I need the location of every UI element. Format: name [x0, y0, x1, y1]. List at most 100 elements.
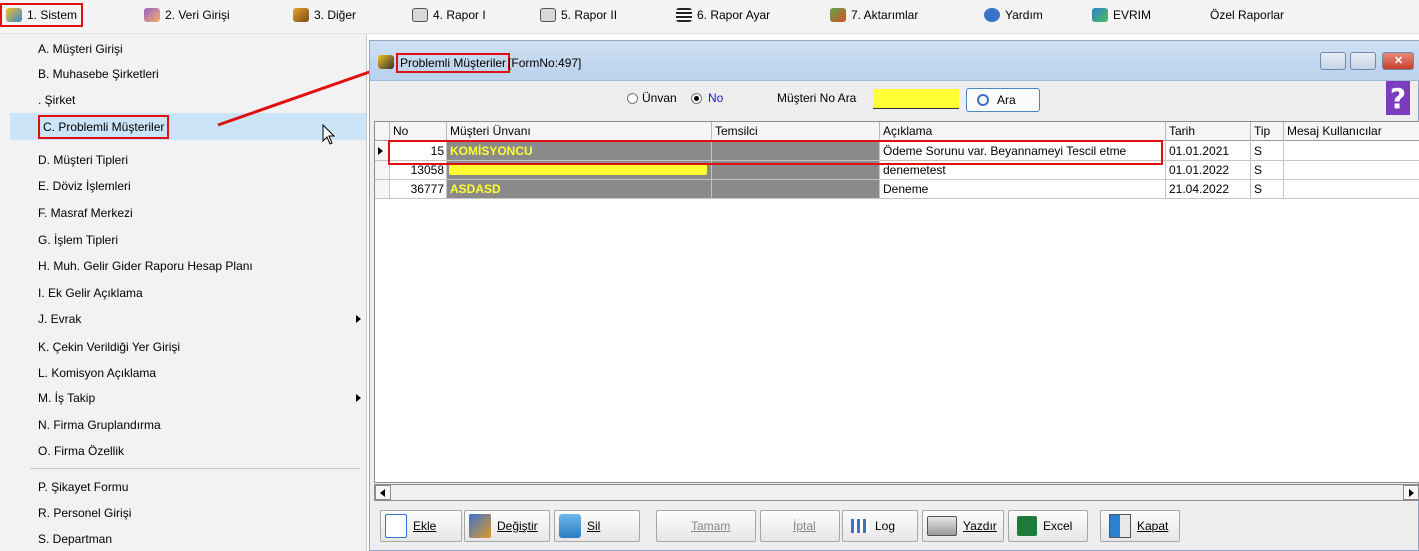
sil-button[interactable]: Sil — [554, 510, 640, 542]
menu-aktarimlar[interactable]: 7. Aktarımlar — [830, 5, 918, 25]
printer-icon — [540, 8, 556, 22]
menu-ozel-raporlar[interactable]: Özel Raporlar — [1210, 5, 1284, 25]
cell-tip[interactable]: S — [1251, 180, 1284, 199]
row-indicator[interactable] — [375, 180, 390, 199]
close-button[interactable]: ✕ — [1382, 52, 1414, 70]
menu-bar: 1. Sistem 2. Veri Girişi 3. Diğer 4. Rap… — [0, 0, 1419, 34]
row-indicator-icon[interactable] — [375, 142, 390, 161]
ara-button[interactable]: Ara — [966, 88, 1040, 112]
cell-musteri-unvani[interactable]: KOMİSYONCU — [447, 142, 712, 161]
cell-mesaj-kullanicilar[interactable] — [1284, 180, 1419, 199]
search-icon — [977, 94, 989, 106]
cell-tarih[interactable]: 21.04.2022 — [1166, 180, 1251, 199]
log-button[interactable]: Log — [842, 510, 918, 542]
dropdown-item-muhasebe-sirketleri[interactable]: B. Muhasebe Şirketleri — [38, 65, 159, 83]
iptal-button[interactable]: İptal — [760, 510, 840, 542]
window-app-icon — [378, 55, 394, 69]
dropdown-item-problemli-musteriler[interactable]: C. Problemli Müşteriler — [37, 115, 170, 139]
menu-yardim[interactable]: Yardım — [984, 5, 1043, 25]
menu-rapor-1[interactable]: 4. Rapor I — [412, 5, 486, 25]
menu-evrim[interactable]: EVRIM — [1092, 5, 1151, 25]
radio-unvan[interactable] — [627, 93, 638, 104]
degistir-button[interactable]: Değiştir — [464, 510, 550, 542]
column-header-aciklama[interactable]: Açıklama — [880, 122, 1166, 141]
row-indicator[interactable] — [375, 161, 390, 180]
column-header-no[interactable]: No — [390, 122, 447, 141]
menu-veri-girisi[interactable]: 2. Veri Girişi — [144, 5, 230, 25]
exit-door-icon — [1109, 514, 1131, 538]
scroll-right-button[interactable] — [1403, 485, 1419, 500]
data-entry-icon — [144, 8, 160, 22]
system-icon — [6, 8, 22, 22]
kapat-button[interactable]: Kapat — [1100, 510, 1180, 542]
cell-tip[interactable]: S — [1251, 161, 1284, 180]
cell-tarih[interactable]: 01.01.2022 — [1166, 161, 1251, 180]
dropdown-item-evrak[interactable]: J. Evrak — [38, 310, 361, 328]
edit-pencil-icon — [469, 514, 491, 538]
dropdown-item-departman[interactable]: S. Departman — [38, 530, 112, 548]
problemli-musteriler-window: Problemli Müşteriler [FormNo:497] ✕ ? Ün… — [369, 40, 1419, 551]
menu-sistem[interactable]: 1. Sistem — [0, 3, 84, 27]
cell-no[interactable]: 36777 — [390, 180, 447, 199]
column-header-tarih[interactable]: Tarih — [1166, 122, 1251, 141]
excel-button[interactable]: Excel — [1008, 510, 1088, 542]
cell-aciklama[interactable]: denemetest — [880, 161, 1166, 180]
customer-grid[interactable]: No Müşteri Ünvanı Temsilci Açıklama Tari… — [374, 121, 1419, 483]
arrow-left-icon — [380, 489, 385, 497]
maximize-button[interactable] — [1350, 52, 1376, 70]
musteri-no-search-input[interactable] — [873, 89, 959, 109]
radio-no[interactable] — [691, 93, 702, 104]
cell-aciklama[interactable]: Ödeme Sorunu var. Beyannameyi Tescil etm… — [880, 142, 1166, 161]
cell-no[interactable]: 15 — [390, 142, 447, 161]
dropdown-item-masraf-merkezi[interactable]: F. Masraf Merkezi — [38, 204, 133, 222]
dropdown-item-islem-tipleri[interactable]: G. İşlem Tipleri — [38, 231, 118, 249]
tamam-button[interactable]: Tamam — [656, 510, 756, 542]
new-document-icon — [385, 514, 407, 538]
form-number: [FormNo:497] — [508, 56, 582, 70]
cell-temsilci[interactable] — [712, 142, 880, 161]
minimize-button[interactable] — [1320, 52, 1346, 70]
cell-temsilci[interactable] — [712, 161, 880, 180]
dropdown-item-musteri-tipleri[interactable]: D. Müşteri Tipleri — [38, 151, 128, 169]
submenu-arrow-icon — [356, 394, 361, 402]
column-header-temsilci[interactable]: Temsilci — [712, 122, 880, 141]
cell-no[interactable]: 13058 — [390, 161, 447, 180]
dropdown-item-firma-ozellik[interactable]: O. Firma Özellik — [38, 442, 124, 460]
transfer-icon — [830, 8, 846, 22]
dropdown-item-musteri-girisi[interactable]: A. Müşteri Girişi — [38, 40, 123, 58]
scroll-left-button[interactable] — [375, 485, 391, 500]
dropdown-item-firma-gruplandirma[interactable]: N. Firma Gruplandırma — [38, 416, 161, 434]
dropdown-item-gelir-gider-hesap-plani[interactable]: H. Muh. Gelir Gider Raporu Hesap Planı — [38, 257, 253, 275]
dropdown-item-is-takip[interactable]: M. İş Takip — [38, 389, 361, 407]
dropdown-item-sirket[interactable]: . Şirket — [38, 91, 75, 109]
printer-icon — [412, 8, 428, 22]
search-label: Müşteri No Ara — [777, 91, 857, 105]
menu-rapor-2[interactable]: 5. Rapor II — [540, 5, 617, 25]
dropdown-item-personel-girisi[interactable]: R. Personel Girişi — [38, 504, 131, 522]
dropdown-item-ek-gelir-aciklama[interactable]: I. Ek Gelir Açıklama — [38, 284, 143, 302]
cell-aciklama[interactable]: Deneme — [880, 180, 1166, 199]
horizontal-scrollbar[interactable] — [374, 484, 1419, 501]
cell-temsilci[interactable] — [712, 180, 880, 199]
yazdir-button[interactable]: Yazdır — [922, 510, 1004, 542]
dropdown-item-komisyon-aciklama[interactable]: L. Komisyon Açıklama — [38, 364, 156, 382]
excel-icon — [1017, 516, 1037, 536]
column-header-musteri-unvani[interactable]: Müşteri Ünvanı — [447, 122, 712, 141]
dropdown-item-sikayet-formu[interactable]: P. Şikayet Formu — [38, 478, 128, 496]
evrim-icon — [1092, 8, 1108, 22]
cell-mesaj-kullanicilar[interactable] — [1284, 142, 1419, 161]
ekle-button[interactable]: Ekle — [380, 510, 462, 542]
cell-musteri-unvani[interactable] — [447, 161, 712, 180]
dropdown-item-cekin-verildigi-yer[interactable]: K. Çekin Verildiği Yer Girişi — [38, 338, 180, 356]
cell-tarih[interactable]: 01.01.2021 — [1166, 142, 1251, 161]
menu-diger[interactable]: 3. Diğer — [293, 5, 356, 25]
help-icon — [984, 8, 1000, 22]
cell-musteri-unvani[interactable]: ASDASD — [447, 180, 712, 199]
menu-rapor-ayar[interactable]: 6. Rapor Ayar — [676, 5, 770, 25]
window-titlebar[interactable]: Problemli Müşteriler [FormNo:497] ✕ — [370, 41, 1419, 81]
cell-mesaj-kullanicilar[interactable] — [1284, 161, 1419, 180]
column-header-tip[interactable]: Tip — [1251, 122, 1284, 141]
column-header-mesaj-kullanicilar[interactable]: Mesaj Kullanıcılar — [1284, 122, 1419, 141]
dropdown-item-doviz-islemleri[interactable]: E. Döviz İşlemleri — [38, 177, 131, 195]
cell-tip[interactable]: S — [1251, 142, 1284, 161]
